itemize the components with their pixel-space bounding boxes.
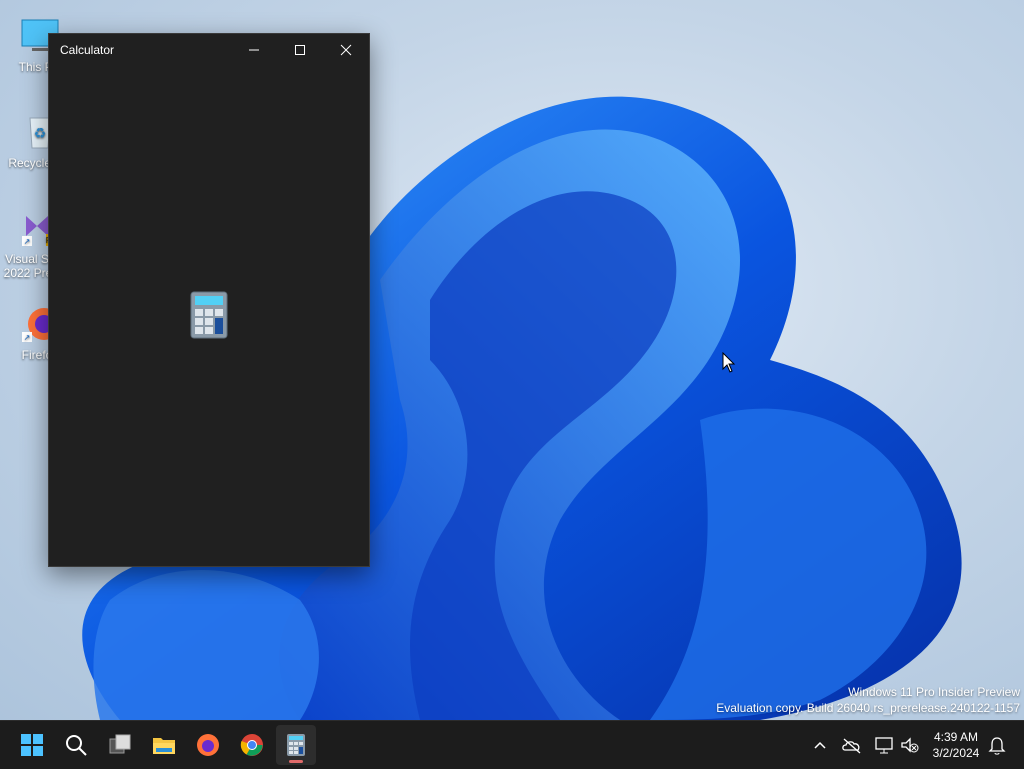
- watermark-line-1: Windows 11 Pro Insider Preview: [848, 685, 1020, 699]
- minimize-icon: [249, 49, 259, 51]
- task-view-icon: [109, 734, 131, 754]
- clock-time: 4:39 AM: [933, 730, 979, 744]
- notification-bell-icon: [988, 737, 1006, 755]
- network-button[interactable]: [872, 733, 896, 757]
- mouse-cursor-icon: [722, 352, 736, 373]
- start-icon: [21, 734, 43, 756]
- taskbar-chrome[interactable]: [232, 725, 272, 765]
- notifications-button[interactable]: [985, 733, 1009, 757]
- maximize-button[interactable]: [277, 34, 323, 66]
- clock[interactable]: 4:39 AM 3/2/2024: [920, 729, 992, 761]
- firefox-icon: [197, 734, 219, 756]
- taskbar: 4:39 AM 3/2/2024: [0, 720, 1024, 769]
- running-indicator: [289, 760, 303, 763]
- chevron-up-icon: [814, 741, 826, 749]
- calculator-icon: [287, 734, 305, 756]
- onedrive-button[interactable]: [840, 733, 864, 757]
- volume-muted-icon: [901, 737, 919, 753]
- taskbar-calculator[interactable]: [276, 725, 316, 765]
- calculator-window[interactable]: Calculator: [48, 33, 370, 567]
- maximize-icon: [295, 45, 305, 55]
- svg-text:↗: ↗: [24, 333, 31, 342]
- chrome-icon: [240, 734, 263, 756]
- search-button[interactable]: [56, 725, 96, 765]
- search-icon: [66, 735, 87, 756]
- title-bar[interactable]: Calculator: [49, 34, 369, 66]
- show-hidden-icons-button[interactable]: [808, 733, 832, 757]
- evaluation-watermark: Windows 11 Pro Insider Preview Evaluatio…: [716, 684, 1020, 716]
- start-button[interactable]: [12, 725, 52, 765]
- svg-text:↗: ↗: [24, 237, 31, 246]
- window-title: Calculator: [60, 43, 115, 57]
- file-explorer-icon: [153, 738, 175, 754]
- taskbar-file-explorer[interactable]: [144, 725, 184, 765]
- task-view-button[interactable]: [100, 725, 140, 765]
- minimize-button[interactable]: [231, 34, 277, 66]
- close-button[interactable]: [323, 34, 369, 66]
- volume-button[interactable]: [898, 733, 922, 757]
- taskbar-firefox[interactable]: [188, 725, 228, 765]
- calculator-icon: [190, 291, 228, 339]
- watermark-line-2: Evaluation copy. Build 26040.rs_prerelea…: [716, 701, 1020, 715]
- close-icon: [340, 44, 352, 56]
- clock-date: 3/2/2024: [932, 746, 980, 760]
- onedrive-icon: [842, 738, 861, 754]
- network-icon: [875, 737, 893, 754]
- svg-text:♻: ♻: [34, 125, 47, 141]
